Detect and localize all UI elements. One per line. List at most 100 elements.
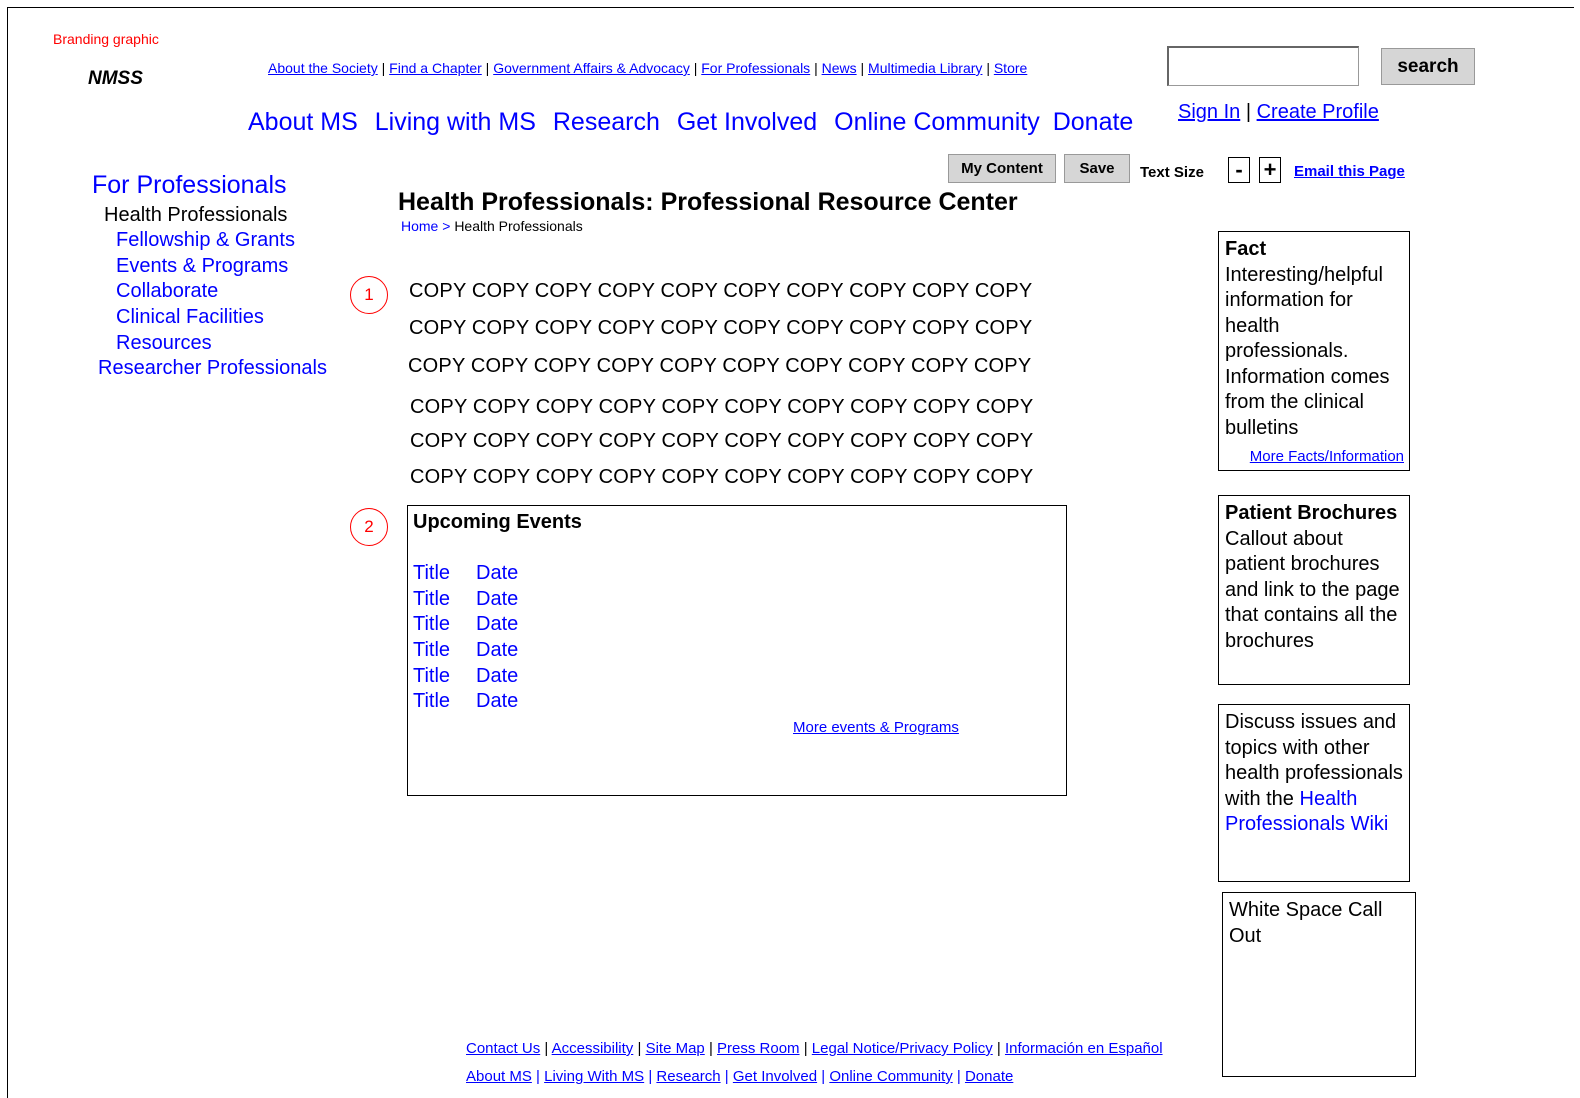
breadcrumb: Home > Health Professionals <box>401 218 583 234</box>
brochures-body: Callout about patient brochures and link… <box>1225 527 1400 652</box>
separator: | <box>648 1068 653 1085</box>
util-link-about-society[interactable]: About the Society <box>268 60 378 76</box>
footer-link-about-ms[interactable]: About MS <box>466 1068 532 1085</box>
branding-graphic: Branding graphic <box>53 31 159 47</box>
main-nav: About MS Living with MS Research Get Inv… <box>248 108 1143 137</box>
event-date[interactable]: Date <box>476 613 518 636</box>
breadcrumb-home[interactable]: Home > <box>401 218 450 234</box>
logo[interactable]: NMSS <box>88 68 143 90</box>
footer-link-site-map[interactable]: Site Map <box>646 1040 705 1057</box>
event-title-link[interactable]: Title <box>413 562 450 585</box>
search-button[interactable]: search <box>1381 48 1475 85</box>
footer-link-research[interactable]: Research <box>656 1068 720 1085</box>
footer-link-online-community[interactable]: Online Community <box>829 1068 952 1085</box>
event-date[interactable]: Date <box>476 588 518 611</box>
main-nav-get-involved[interactable]: Get Involved <box>677 108 817 136</box>
footer-link-accessibility[interactable]: Accessibility <box>552 1040 634 1057</box>
main-nav-donate[interactable]: Donate <box>1053 108 1134 136</box>
leftnav-item-researcher-professionals[interactable]: Researcher Professionals <box>98 357 327 380</box>
upcoming-events-title: Upcoming Events <box>413 511 582 533</box>
save-button[interactable]: Save <box>1064 154 1130 183</box>
copy-line: COPY COPY COPY COPY COPY COPY COPY COPY … <box>410 466 1034 488</box>
event-date[interactable]: Date <box>476 562 518 585</box>
util-link-store[interactable]: Store <box>994 60 1027 76</box>
footer-link-legal-privacy[interactable]: Legal Notice/Privacy Policy <box>812 1040 993 1057</box>
util-link-news[interactable]: News <box>822 60 857 76</box>
main-nav-about-ms[interactable]: About MS <box>248 108 358 136</box>
search-input[interactable] <box>1167 46 1359 86</box>
separator: | <box>544 1040 549 1057</box>
my-content-button[interactable]: My Content <box>948 154 1056 183</box>
event-title-link[interactable]: Title <box>413 588 450 611</box>
fact-title: Fact <box>1225 238 1267 260</box>
annotation-marker-2: 2 <box>350 508 388 546</box>
text-size-decrease-button[interactable]: - <box>1228 157 1250 183</box>
separator: | <box>724 1068 729 1085</box>
leftnav-item-resources[interactable]: Resources <box>116 332 212 355</box>
event-date[interactable]: Date <box>476 690 518 713</box>
annotation-marker-1: 1 <box>350 276 388 314</box>
event-date[interactable]: Date <box>476 665 518 688</box>
util-link-for-professionals[interactable]: For Professionals <box>701 60 810 76</box>
footer-links-primary: Contact Us | Accessibility | Site Map | … <box>466 1040 1163 1057</box>
leftnav-title[interactable]: For Professionals <box>92 171 287 200</box>
separator: | <box>536 1068 540 1085</box>
event-title-link[interactable]: Title <box>413 690 450 713</box>
sign-in-link[interactable]: Sign In <box>1178 101 1240 123</box>
leftnav-item-events-programs[interactable]: Events & Programs <box>116 255 288 278</box>
separator: | <box>708 1040 713 1057</box>
util-link-government-affairs[interactable]: Government Affairs & Advocacy <box>493 60 690 76</box>
main-nav-research[interactable]: Research <box>553 108 660 136</box>
copy-line: COPY COPY COPY COPY COPY COPY COPY COPY … <box>408 355 1032 377</box>
separator: | <box>381 60 386 76</box>
separator: | <box>693 60 698 76</box>
more-facts-link[interactable]: More Facts/Information <box>1250 448 1404 466</box>
footer-link-espanol[interactable]: Información en Español <box>1005 1040 1163 1057</box>
account-links: Sign In | Create Profile <box>1178 101 1379 124</box>
separator: | <box>803 1040 808 1057</box>
separator: | <box>996 1040 1001 1057</box>
utility-nav: About the Society | Find a Chapter | Gov… <box>268 60 1027 76</box>
white-space-callout: White Space Call Out <box>1222 892 1416 1077</box>
leftnav-item-fellowship-grants[interactable]: Fellowship & Grants <box>116 229 295 252</box>
separator: | <box>821 1068 826 1085</box>
separator: | <box>986 60 990 76</box>
white-space-body: White Space Call Out <box>1229 899 1383 947</box>
event-date[interactable]: Date <box>476 639 518 662</box>
event-title-link[interactable]: Title <box>413 665 450 688</box>
footer-link-living-with-ms[interactable]: Living With MS <box>544 1068 644 1085</box>
footer-link-contact-us[interactable]: Contact Us <box>466 1040 540 1057</box>
event-title-link[interactable]: Title <box>413 613 450 636</box>
brochures-title: Patient Brochures <box>1225 502 1398 524</box>
more-events-link[interactable]: More events & Programs <box>793 719 959 736</box>
util-link-find-chapter[interactable]: Find a Chapter <box>389 60 482 76</box>
separator: | <box>637 1040 642 1057</box>
leftnav-section-health-professionals[interactable]: Health Professionals <box>104 204 287 227</box>
fact-body: Interesting/helpful information for heal… <box>1225 263 1390 439</box>
text-size-increase-button[interactable]: + <box>1259 157 1281 183</box>
main-nav-online-community[interactable]: Online Community <box>834 108 1040 136</box>
separator: | <box>956 1068 961 1085</box>
event-title-link[interactable]: Title <box>413 639 450 662</box>
leftnav-item-clinical-facilities[interactable]: Clinical Facilities <box>116 306 264 329</box>
fact-callout: Fact Interesting/helpful information for… <box>1218 231 1410 471</box>
copy-line: COPY COPY COPY COPY COPY COPY COPY COPY … <box>410 396 1034 418</box>
footer-links-secondary: About MS | Living With MS | Research | G… <box>466 1068 1013 1085</box>
separator: | <box>814 60 818 76</box>
copy-line: COPY COPY COPY COPY COPY COPY COPY COPY … <box>410 430 1034 452</box>
separator: | <box>860 60 865 76</box>
footer-link-donate[interactable]: Donate <box>965 1068 1013 1085</box>
main-nav-living-with-ms[interactable]: Living with MS <box>375 108 536 136</box>
patient-brochures-callout: Patient Brochures Callout about patient … <box>1218 495 1410 685</box>
wiki-callout: Discuss issues and topics with other hea… <box>1218 704 1410 882</box>
text-size-label: Text Size <box>1140 164 1204 181</box>
page-title: Health Professionals: Professional Resou… <box>398 188 1018 216</box>
email-page-link[interactable]: Email this Page <box>1294 163 1405 180</box>
footer-link-press-room[interactable]: Press Room <box>717 1040 800 1057</box>
util-link-multimedia-library[interactable]: Multimedia Library <box>868 60 982 76</box>
footer-link-get-involved[interactable]: Get Involved <box>733 1068 817 1085</box>
create-profile-link[interactable]: Create Profile <box>1257 101 1379 123</box>
leftnav-item-collaborate[interactable]: Collaborate <box>116 280 218 303</box>
breadcrumb-current: Health Professionals <box>454 218 583 234</box>
copy-line: COPY COPY COPY COPY COPY COPY COPY COPY … <box>409 317 1033 339</box>
